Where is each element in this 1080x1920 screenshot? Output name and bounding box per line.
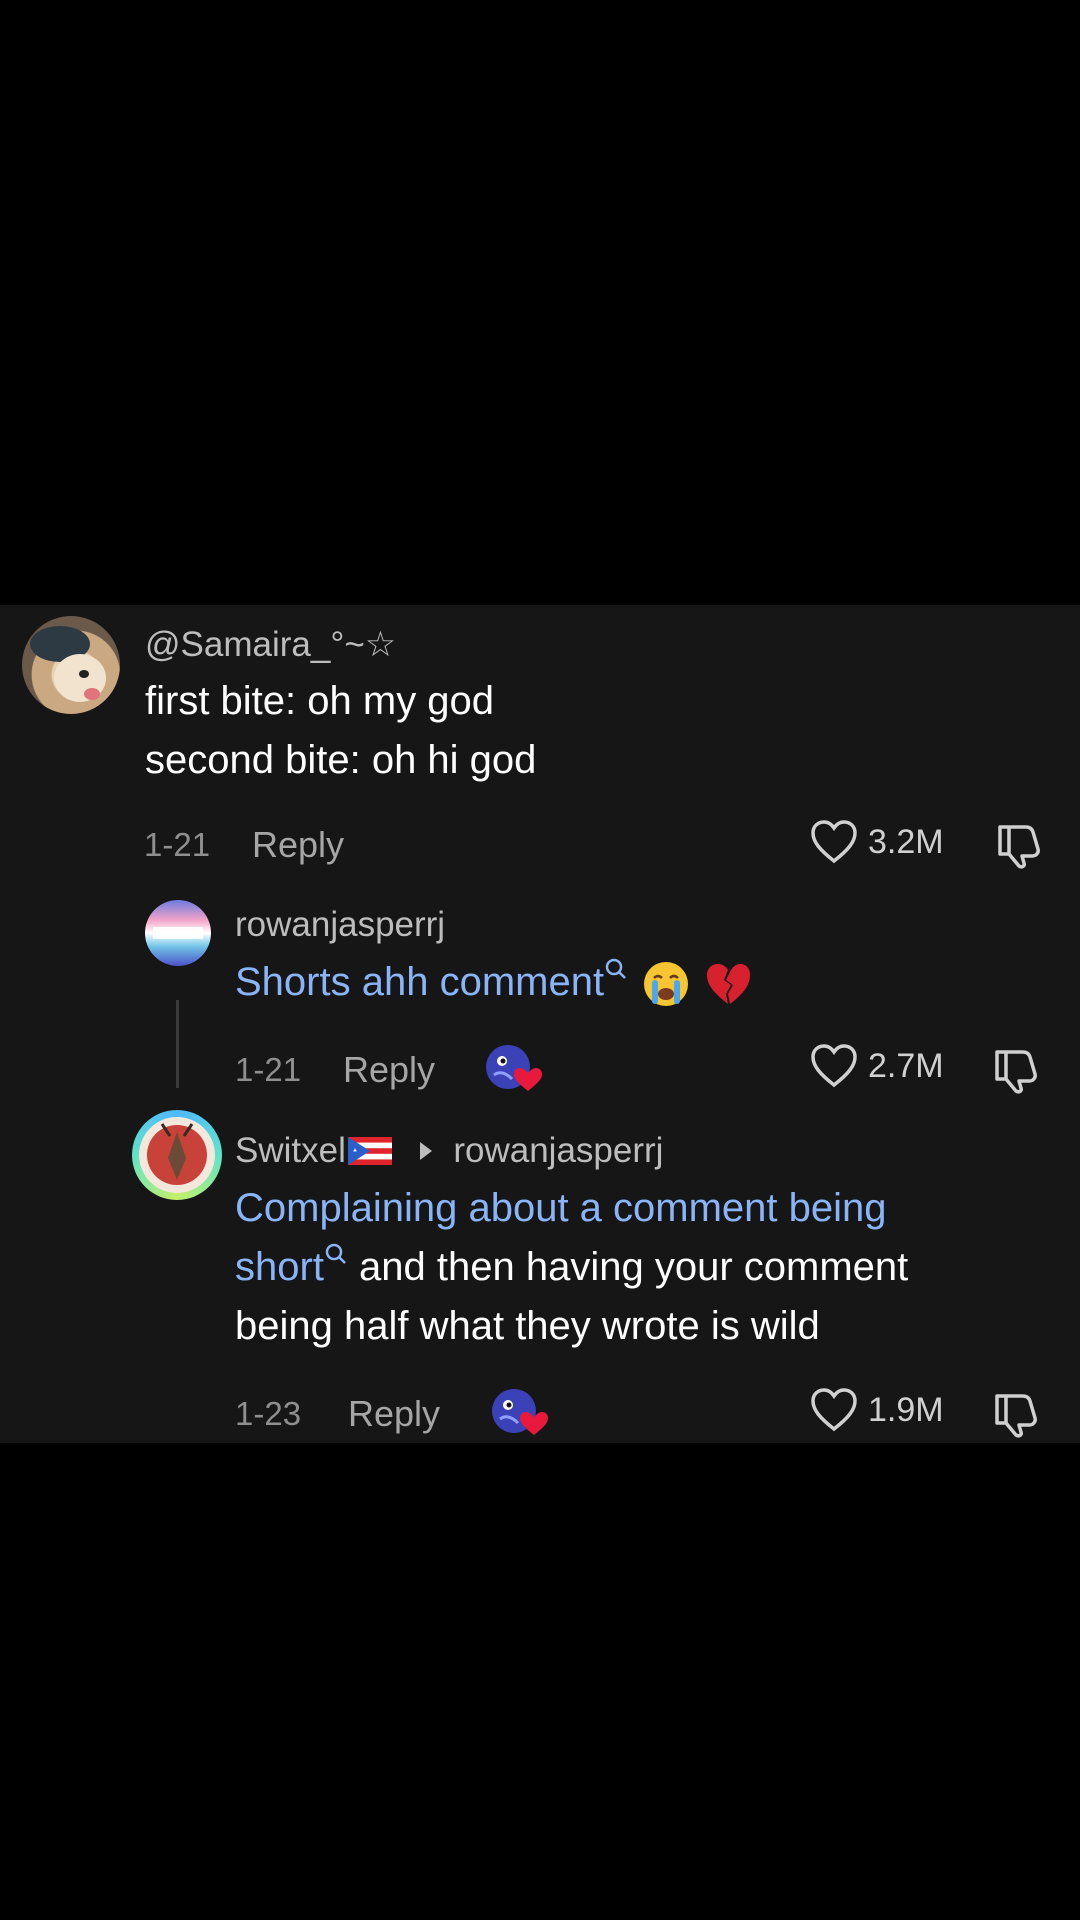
comments-panel: @Samaira_°~☆ first bite: oh my god secon… [0, 605, 1080, 1443]
like-button[interactable]: 1.9M [810, 1387, 944, 1433]
search-icon[interactable] [324, 1242, 348, 1266]
reply-arrow-icon [419, 1142, 432, 1160]
thumbs-down-icon[interactable] [996, 821, 1042, 869]
comment-date: 1-21 [144, 826, 211, 863]
comment-text: Shorts ahh comment [235, 953, 752, 1012]
comment-date: 1-23 [235, 1395, 302, 1432]
search-link[interactable]: Shorts ahh comment [235, 960, 604, 1004]
reply-button[interactable]: Reply [343, 1049, 435, 1091]
heart-outline-icon [811, 820, 857, 864]
reply-to-username[interactable]: rowanjasperrj [453, 1131, 663, 1170]
thumbs-down-icon[interactable] [993, 1046, 1039, 1094]
comment-line: being half what they wrote is wild [235, 1304, 820, 1348]
comment-text: Complaining about a comment being short … [235, 1179, 908, 1356]
like-count: 2.7M [868, 1046, 944, 1085]
heart-outline-icon [811, 1044, 857, 1088]
reply-button[interactable]: Reply [252, 824, 344, 866]
like-button[interactable]: 2.7M [810, 1043, 944, 1089]
like-count: 1.9M [868, 1390, 944, 1429]
crying-face-emoji-icon [644, 962, 689, 1007]
like-count: 3.2M [868, 822, 944, 861]
comment-line: first bite: oh my god [145, 679, 495, 723]
broken-heart-emoji-icon [707, 964, 751, 1005]
heart-outline-icon [811, 1388, 857, 1432]
comment-line: second bite: oh hi god [145, 738, 537, 782]
comment-date: 1-21 [235, 1051, 302, 1088]
search-link[interactable]: Complaining about a comment being [235, 1186, 887, 1230]
comment-username[interactable]: @Samaira_°~☆ [145, 625, 396, 665]
avatar[interactable] [132, 1110, 222, 1200]
creator-liked-badge-icon [486, 1045, 542, 1091]
avatar[interactable] [22, 616, 120, 714]
like-button[interactable]: 3.2M [810, 819, 944, 865]
comment-text: first bite: oh my god second bite: oh hi… [145, 672, 536, 790]
thumbs-down-icon[interactable] [993, 1390, 1039, 1438]
avatar[interactable] [145, 900, 211, 966]
comment-username[interactable]: rowanjasperrj [235, 905, 445, 945]
reply-button[interactable]: Reply [348, 1393, 440, 1435]
dog-avatar-icon [30, 626, 106, 702]
thread-line [176, 1000, 179, 1088]
deer-avatar-icon [139, 1117, 215, 1193]
puerto-rico-flag-icon [347, 1137, 392, 1165]
search-icon[interactable] [604, 957, 628, 981]
comment-line: and then having your comment [347, 1245, 909, 1289]
search-link[interactable]: short [235, 1245, 324, 1289]
flag-avatar-icon [153, 927, 203, 939]
comment-username[interactable]: Switxel rowanjasperrj [235, 1131, 663, 1171]
creator-liked-badge-icon [492, 1389, 548, 1435]
username-text: Switxel [235, 1131, 346, 1170]
